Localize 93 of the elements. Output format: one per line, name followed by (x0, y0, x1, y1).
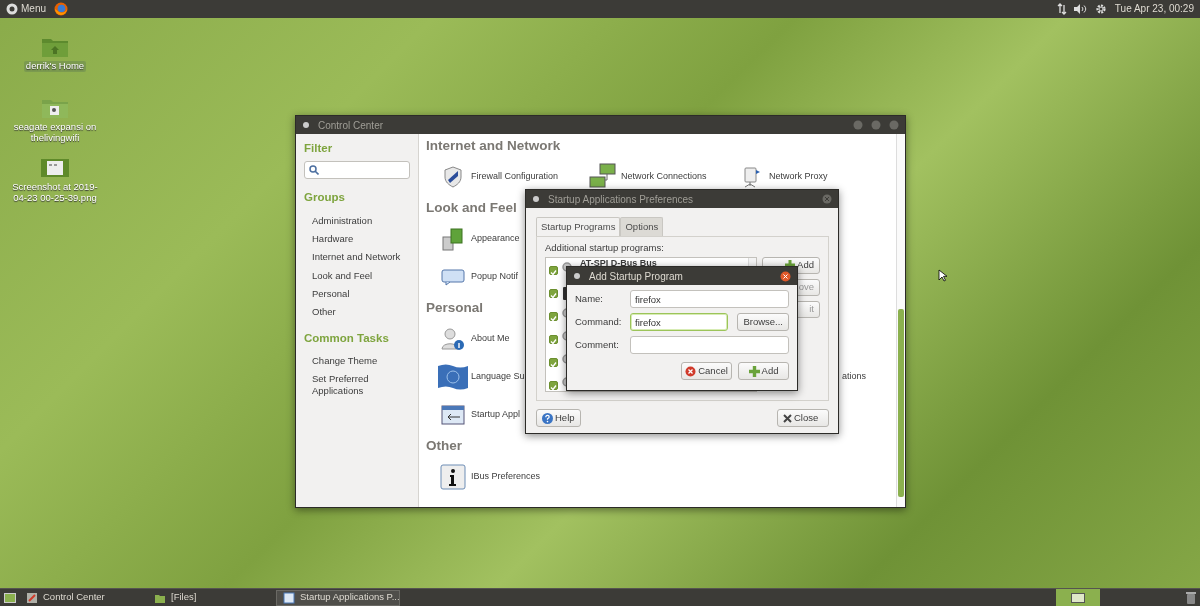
checkmark-icon (550, 314, 557, 322)
close-x-icon (783, 413, 792, 423)
sidebar-item[interactable]: Personal (304, 288, 410, 300)
help-icon (542, 412, 553, 424)
taskbar-item[interactable]: [Files] (148, 589, 272, 606)
window-title: Control Center (318, 118, 385, 133)
close-button[interactable]: Close (777, 409, 829, 428)
menu-button[interactable]: Menu (4, 3, 48, 15)
section-heading: Other (426, 437, 462, 455)
sidebar-item[interactable]: Look and Feel (304, 269, 410, 282)
proxy-server-icon (741, 166, 761, 188)
search-icon (309, 165, 319, 176)
network-icon (589, 163, 617, 191)
minimize-icon[interactable] (853, 120, 863, 130)
checkbox[interactable] (549, 311, 558, 321)
taskbar-item[interactable]: Control Center (20, 589, 144, 606)
close-icon[interactable] (780, 270, 791, 282)
info-icon (440, 464, 466, 490)
tab[interactable]: Startup Programs (536, 217, 621, 237)
menu-logo-icon (6, 3, 18, 15)
app-menu-icon[interactable] (302, 121, 310, 129)
settings-shortcut[interactable]: About Me (440, 327, 510, 351)
mouse-pointer-icon (938, 269, 947, 282)
settings-shortcut[interactable]: Appearance (440, 227, 520, 251)
program-name: AT-SPI D-Bus Bus (580, 257, 657, 269)
checkmark-icon (550, 360, 557, 368)
settings-shortcut[interactable]: Popup Notif (440, 268, 519, 286)
app-menu-icon[interactable] (573, 272, 581, 280)
window-title: Startup Applications Preferences (548, 192, 695, 207)
volume-icon[interactable] (1072, 3, 1089, 15)
cancel-button[interactable]: Cancel (681, 362, 732, 380)
settings-shortcut[interactable]: ations (842, 370, 867, 384)
browser-icon[interactable] (54, 2, 68, 16)
checkmark-icon (550, 337, 557, 345)
sidebar-heading: Common Tasks (304, 330, 390, 346)
settings-icon[interactable] (1094, 3, 1107, 15)
field-label: Name: (575, 291, 604, 306)
workspace-icon (1071, 592, 1085, 603)
filter-search-field[interactable] (304, 161, 410, 180)
text-field[interactable]: firefox (630, 290, 789, 308)
trash-icon[interactable] (1186, 591, 1196, 604)
checkbox[interactable] (549, 334, 558, 344)
add-button[interactable]: Add (738, 362, 789, 380)
maximize-icon[interactable] (871, 120, 881, 130)
sidebar-item[interactable]: Change Theme (304, 355, 410, 367)
field-label: Comment: (575, 337, 620, 352)
person-info-icon (441, 327, 465, 351)
sidebar-item[interactable]: Set Preferred Applications (304, 373, 410, 397)
sidebar-item[interactable]: Other (304, 306, 410, 318)
network-arrows-icon[interactable] (1056, 3, 1067, 15)
section-heading: Internet and Network (426, 137, 561, 155)
checkbox[interactable] (549, 357, 558, 367)
sidebar-item[interactable]: Administration (304, 214, 410, 226)
flag-globe-icon (437, 363, 469, 391)
notification-bubble-icon (441, 268, 465, 286)
settings-shortcut[interactable]: IBus Preferences (440, 464, 541, 490)
checkmark-icon (550, 291, 557, 299)
text-field[interactable] (630, 336, 789, 354)
appearance-icon (442, 227, 464, 251)
checkbox[interactable] (549, 265, 558, 275)
text-field[interactable]: firefox (630, 313, 729, 331)
sidebar-heading: Groups (304, 190, 346, 206)
checkbox[interactable] (549, 288, 558, 298)
checkbox[interactable] (549, 380, 558, 390)
section-heading: Personal (426, 299, 484, 317)
settings-shortcut[interactable]: Firewall Configuration (440, 166, 559, 188)
help-button[interactable]: Help (536, 409, 581, 428)
settings-shortcut[interactable]: Network Connections (590, 163, 707, 191)
shield-icon (443, 166, 463, 188)
taskbar-item[interactable]: Startup Applications P... (276, 589, 400, 606)
sidebar-item[interactable]: Hardware (304, 232, 410, 245)
window-icon (283, 591, 295, 604)
show-desktop-icon[interactable] (4, 592, 16, 603)
cancel-icon (685, 365, 697, 377)
tab[interactable]: Options (620, 217, 664, 237)
window-title: Add Startup Program (589, 269, 684, 284)
image-thumbnail-icon[interactable] (41, 156, 69, 180)
settings-shortcut[interactable]: Startup Appl (440, 404, 521, 426)
section-heading: Look and Feel (426, 199, 517, 217)
list-label: Additional startup programs: (545, 241, 665, 256)
clock[interactable]: Tue Apr 23, 00:29 (1112, 4, 1196, 14)
settings-shortcut[interactable]: Network Proxy (738, 166, 828, 188)
scrollbar-thumb[interactable] (898, 309, 904, 497)
workspace-switcher[interactable] (1056, 589, 1100, 606)
plus-icon (748, 365, 760, 377)
app-menu-icon[interactable] (532, 195, 540, 203)
settings-shortcut[interactable]: Language Su (440, 363, 525, 391)
control-icon (26, 591, 38, 604)
sidebar-heading: Filter (304, 141, 334, 156)
field-label: Command: (575, 314, 623, 329)
checkmark-icon (550, 268, 557, 276)
browse-button[interactable]: Browse... (737, 313, 789, 331)
sidebar-item[interactable]: Internet and Network (304, 251, 410, 263)
